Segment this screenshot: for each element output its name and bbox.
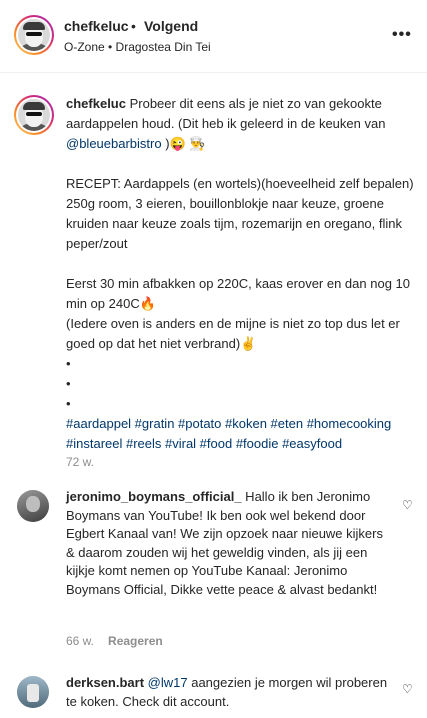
comment-avatar[interactable]	[17, 676, 49, 708]
audio-track-link[interactable]: O-Zone • Dragostea Din Tei	[64, 40, 211, 54]
caption-intro-end: )😜 👨‍🍳	[161, 136, 206, 151]
comment-body: jeronimo_boymans_official_ Hallo ik ben …	[66, 488, 391, 599]
post-header: chefkeluc • Volgend O-Zone • Dragostea D…	[0, 0, 427, 73]
post-caption: chefkeluc Probeer dit eens als je niet z…	[66, 94, 416, 454]
caption-avatar[interactable]	[14, 95, 54, 135]
caption-hashtags[interactable]: #aardappel #gratin #potato #koken #eten …	[66, 414, 416, 454]
comment-avatar[interactable]	[17, 490, 49, 522]
header-username[interactable]: chefkeluc	[64, 18, 129, 34]
heart-icon[interactable]: ♡	[402, 682, 413, 696]
comment-time: 66 w.	[66, 634, 95, 648]
reply-button[interactable]: Reageren	[108, 634, 163, 648]
caption-bullet: •	[66, 356, 71, 371]
caption-username[interactable]: chefkeluc	[66, 96, 126, 111]
more-options-icon[interactable]: •••	[392, 26, 412, 44]
comment-text: Hallo ik ben Jeronimo Boymans van YouTub…	[66, 489, 383, 597]
profile-avatar[interactable]	[14, 15, 54, 55]
heart-icon[interactable]: ♡	[402, 498, 413, 512]
following-button[interactable]: Volgend	[144, 18, 198, 34]
caption-steps: Eerst 30 min afbakken op 220C, kaas erov…	[66, 276, 410, 311]
caption-note: (Iedere oven is anders en de mijne is ni…	[66, 316, 400, 351]
post-timestamp: 72 w.	[66, 455, 95, 469]
caption-bullet: •	[66, 376, 71, 391]
mention-link[interactable]: @bleuebarbistro	[66, 136, 162, 151]
comment-body: derksen.bart @lw17 aangezien je morgen w…	[66, 674, 391, 711]
caption-bullet: •	[66, 396, 71, 411]
comment-meta: 66 w. Reageren	[66, 634, 163, 648]
comment-username[interactable]: jeronimo_boymans_official_	[66, 489, 242, 504]
caption-recipe: RECEPT: Aardappels (en wortels)(hoeveelh…	[66, 176, 414, 251]
comment-username[interactable]: derksen.bart	[66, 675, 144, 690]
header-separator: •	[131, 18, 136, 34]
mention-link[interactable]: @lw17	[148, 675, 188, 690]
